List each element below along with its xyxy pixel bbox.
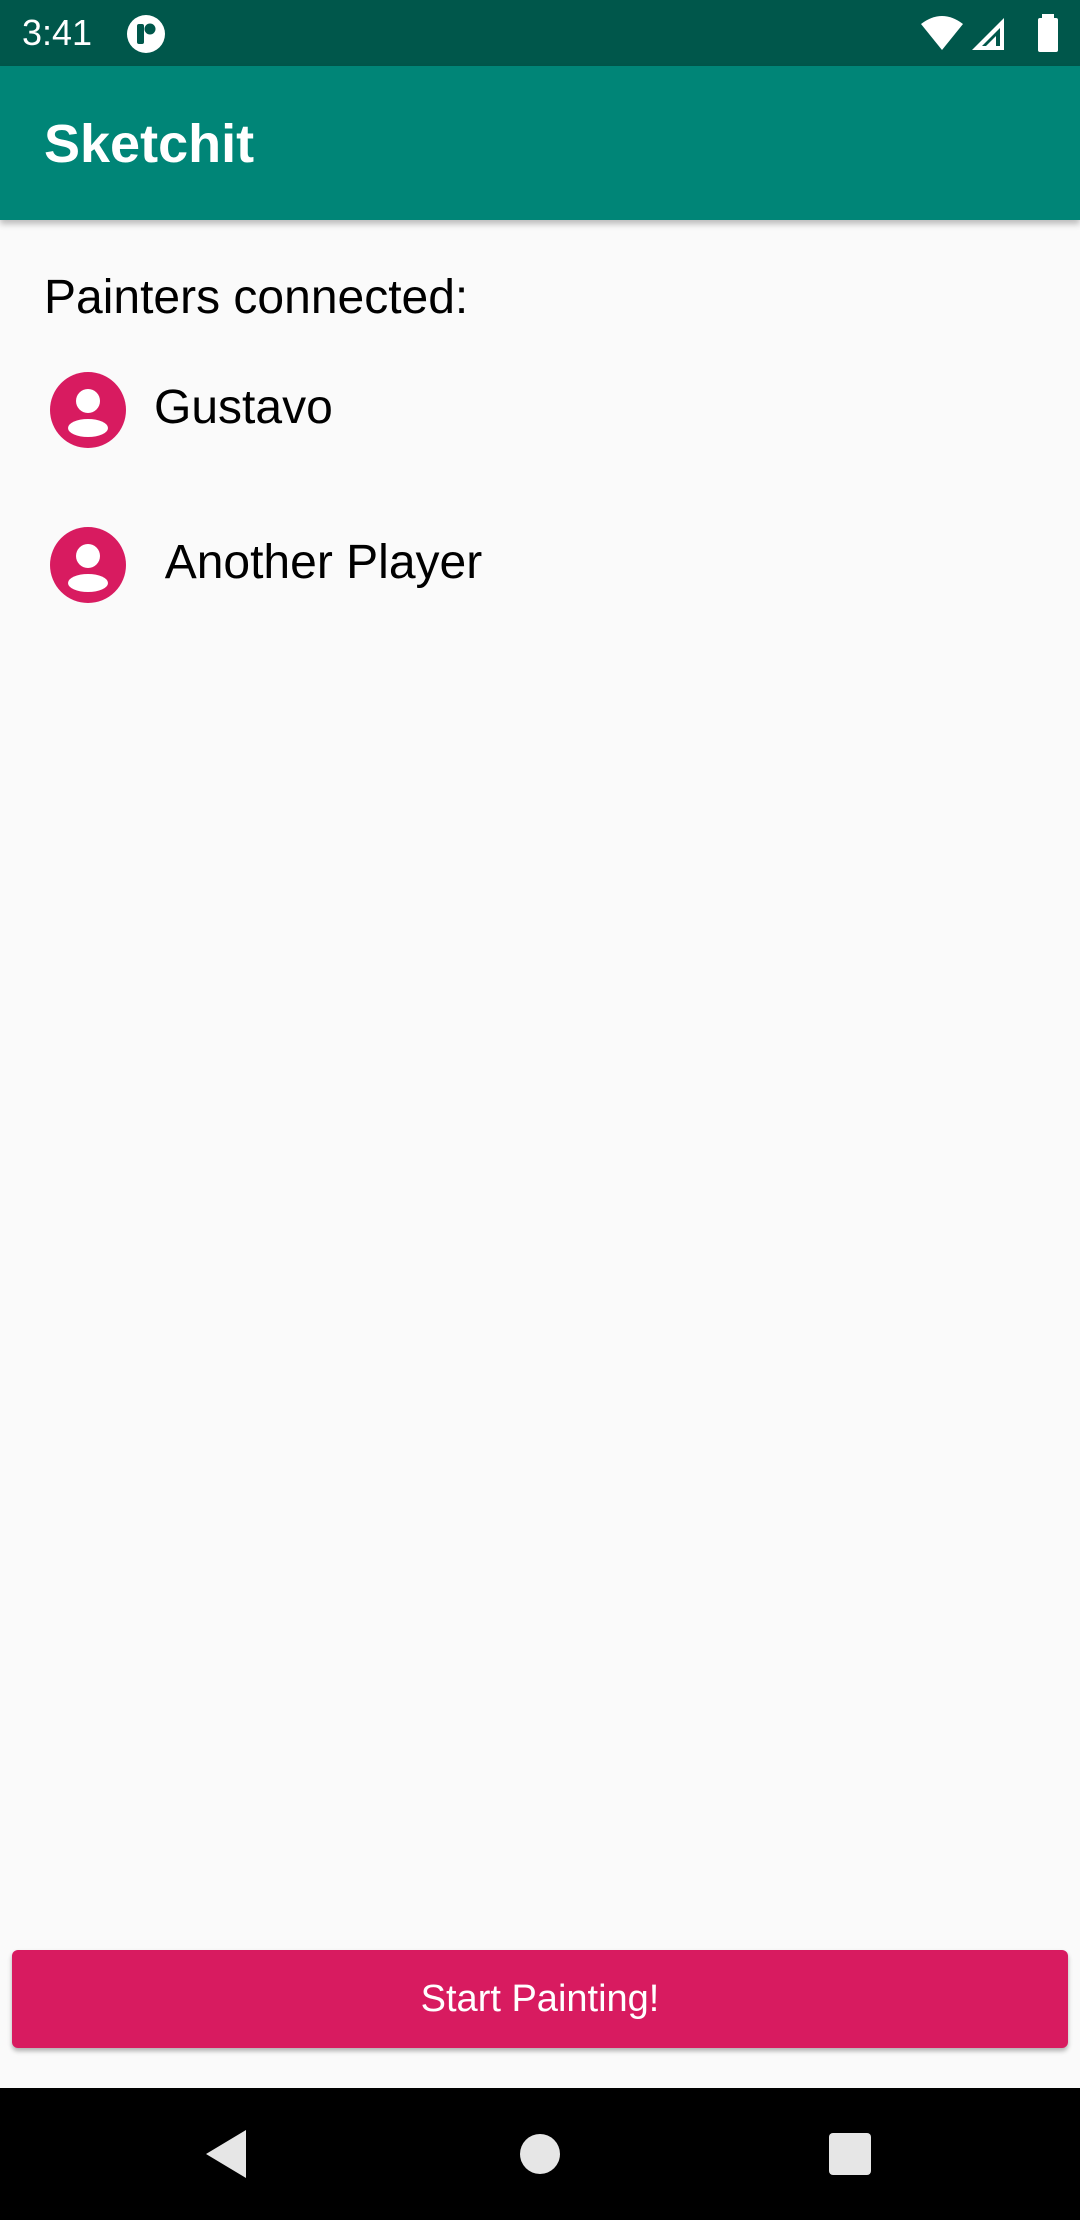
home-icon[interactable] bbox=[508, 2122, 572, 2186]
app-title: Sketchit bbox=[44, 114, 255, 174]
cell-signal-icon bbox=[972, 18, 1004, 50]
status-icons bbox=[920, 14, 1060, 54]
painter-list-item: Gustavo bbox=[0, 350, 1080, 470]
painter-list-item: Another Player bbox=[0, 505, 1080, 625]
battery-icon bbox=[1038, 14, 1058, 52]
painter-name: Gustavo bbox=[154, 381, 333, 434]
painters-connected-label: Painters connected: bbox=[44, 271, 469, 324]
status-time: 3:41 bbox=[22, 12, 93, 53]
app-notification-icon bbox=[127, 15, 165, 53]
wifi-icon bbox=[921, 16, 963, 50]
navigation-bar bbox=[0, 2088, 1080, 2220]
status-bar: 3:41 bbox=[0, 0, 1080, 66]
recents-icon[interactable] bbox=[818, 2122, 882, 2186]
account-circle-icon bbox=[50, 527, 126, 603]
painter-name: Another Player bbox=[154, 536, 483, 589]
start-painting-button[interactable]: Start Painting! bbox=[12, 1950, 1068, 2048]
back-icon[interactable] bbox=[196, 2122, 260, 2186]
account-circle-icon bbox=[50, 372, 126, 448]
app-bar: Sketchit bbox=[0, 66, 1080, 220]
